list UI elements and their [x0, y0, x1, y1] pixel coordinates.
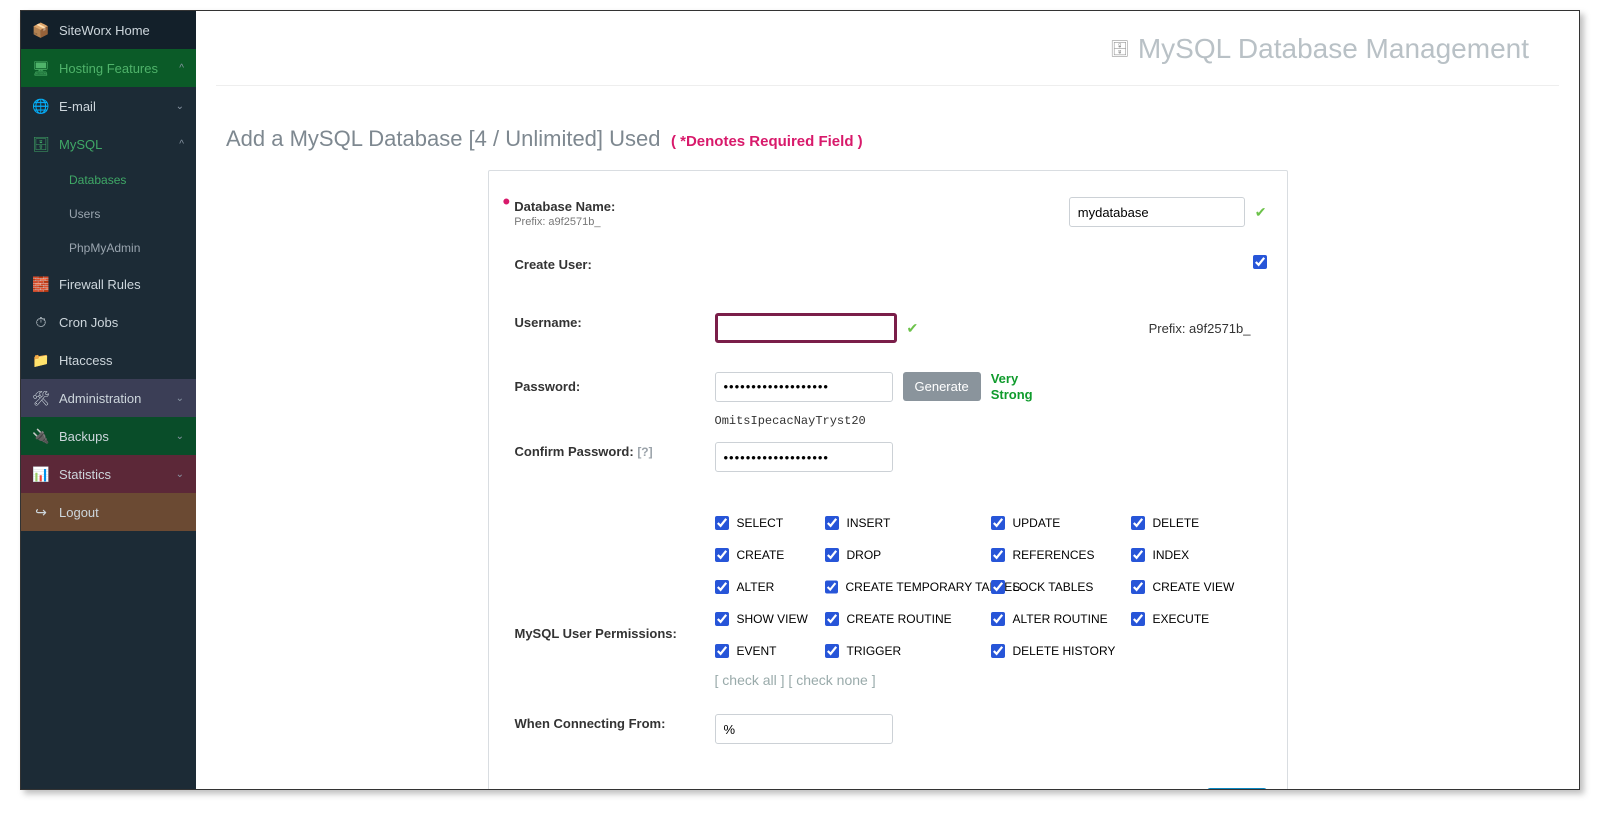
perm-update[interactable]: UPDATE	[991, 516, 1131, 530]
sidebar-item-firewall[interactable]: 🧱 Firewall Rules	[21, 265, 196, 303]
perm-delete[interactable]: DELETE	[1131, 516, 1251, 530]
sidebar-item-statistics[interactable]: 📊 Statistics ⌄	[21, 455, 196, 493]
confirm-password-input[interactable]	[715, 442, 893, 472]
password-strength: Very Strong	[991, 371, 1033, 402]
label-database-name: Database Name: Prefix: a9f2571b_	[514, 197, 714, 228]
perm-alter[interactable]: ALTER	[715, 580, 825, 594]
main-content: 🗄︎ MySQL Database Management Add a MySQL…	[196, 11, 1579, 789]
globe-icon: 🌐	[33, 98, 49, 114]
chevron-down-icon: ⌄	[176, 101, 184, 112]
check-all-link[interactable]: [ check all ]	[715, 672, 785, 688]
divider	[216, 85, 1559, 86]
perm-lock-tables[interactable]: LOCK TABLES	[991, 580, 1131, 594]
sidebar-item-email[interactable]: 🌐 E-mail ⌄	[21, 87, 196, 125]
help-icon[interactable]: [?]	[637, 445, 652, 459]
perm-show-view[interactable]: SHOW VIEW	[715, 612, 825, 626]
perm-trigger[interactable]: TRIGGER	[825, 644, 991, 658]
sidebar-item-label: Backups	[59, 429, 109, 444]
sidebar: 📦 SiteWorx Home 🖥 Hosting Features ^ 🌐 E…	[21, 11, 196, 789]
perm-drop[interactable]: DROP	[825, 548, 991, 562]
monitor-icon: 🖥	[33, 60, 49, 76]
database-name-input[interactable]	[1069, 197, 1245, 227]
sidebar-item-label: Logout	[59, 505, 99, 520]
chevron-up-icon: ^	[179, 139, 184, 150]
label-password: Password:	[515, 371, 715, 394]
generate-button[interactable]: Generate	[903, 372, 981, 401]
home-icon: 📦	[33, 22, 49, 38]
firewall-icon: 🧱	[33, 276, 49, 292]
sidebar-item-htaccess[interactable]: 📁 Htaccess	[21, 341, 196, 379]
perm-alter-routine[interactable]: ALTER ROUTINE	[991, 612, 1131, 626]
check-icon: ✔	[907, 320, 919, 337]
perm-index[interactable]: INDEX	[1131, 548, 1251, 562]
sidebar-sub-databases[interactable]: Databases	[21, 163, 196, 197]
label-confirm-password: Confirm Password: [?]	[515, 442, 715, 459]
perm-delete-history[interactable]: DELETE HISTORY	[991, 644, 1131, 658]
sidebar-item-home[interactable]: 📦 SiteWorx Home	[21, 11, 196, 49]
add-button[interactable]: Add	[1207, 788, 1266, 790]
sidebar-item-logout[interactable]: ↪ Logout	[21, 493, 196, 531]
required-dot: •	[503, 197, 511, 207]
connecting-from-input[interactable]	[715, 714, 893, 744]
check-none-link[interactable]: [ check none ]	[788, 672, 875, 688]
perm-create-temp-tables[interactable]: CREATE TEMPORARY TABLES	[825, 580, 991, 594]
sidebar-item-label: Administration	[59, 391, 141, 406]
sidebar-item-cron[interactable]: ⏱ Cron Jobs	[21, 303, 196, 341]
chevron-up-icon: ^	[179, 63, 184, 74]
sidebar-item-label: Cron Jobs	[59, 315, 118, 330]
sidebar-item-hosting[interactable]: 🖥 Hosting Features ^	[21, 49, 196, 87]
section-heading: Add a MySQL Database [4 / Unlimited] Use…	[216, 126, 1559, 152]
username-input[interactable]	[715, 313, 897, 343]
password-plaintext: OmitsIpecacNayTryst20	[715, 414, 866, 428]
clock-icon: ⏱	[33, 314, 49, 330]
password-input[interactable]	[715, 372, 893, 402]
sidebar-item-label: Hosting Features	[59, 61, 158, 76]
sidebar-item-mysql[interactable]: 🗄 MySQL ^	[21, 125, 196, 163]
stats-icon: 📊	[33, 466, 49, 482]
label-connecting-from: When Connecting From:	[515, 714, 715, 731]
chevron-down-icon: ⌄	[176, 431, 184, 442]
add-database-form: • Database Name: Prefix: a9f2571b_ ✔ Cre…	[488, 170, 1288, 790]
page-title-text: MySQL Database Management	[1138, 33, 1529, 65]
perm-insert[interactable]: INSERT	[825, 516, 991, 530]
permissions-grid: SELECT INSERT UPDATE DELETE CREATE DROP …	[715, 516, 1267, 658]
perm-event[interactable]: EVENT	[715, 644, 825, 658]
sidebar-item-label: SiteWorx Home	[59, 23, 150, 38]
create-user-checkbox[interactable]	[1253, 255, 1267, 269]
sidebar-item-backups[interactable]: 🔌 Backups ⌄	[21, 417, 196, 455]
sidebar-item-label: Statistics	[59, 467, 111, 482]
sidebar-item-label: E-mail	[59, 99, 96, 114]
sidebar-sub-users[interactable]: Users	[21, 197, 196, 231]
perm-execute[interactable]: EXECUTE	[1131, 612, 1251, 626]
perm-select[interactable]: SELECT	[715, 516, 825, 530]
username-prefix: Prefix: a9f2571b_	[1149, 321, 1267, 336]
page-title: 🗄︎ MySQL Database Management	[1110, 33, 1529, 65]
check-icon: ✔	[1255, 204, 1267, 221]
perm-create-view[interactable]: CREATE VIEW	[1131, 580, 1251, 594]
perm-create-routine[interactable]: CREATE ROUTINE	[825, 612, 991, 626]
sidebar-sub-phpmyadmin[interactable]: PhpMyAdmin	[21, 231, 196, 265]
section-title: Add a MySQL Database [4 / Unlimited] Use…	[226, 126, 661, 151]
label-create-user: Create User:	[515, 255, 715, 272]
tools-icon: 🛠	[33, 390, 49, 406]
chevron-down-icon: ⌄	[176, 469, 184, 480]
logout-icon: ↪	[33, 504, 49, 520]
database-icon: 🗄	[33, 136, 49, 152]
database-icon: 🗄︎	[1110, 39, 1130, 59]
label-permissions: MySQL User Permissions:	[515, 560, 715, 641]
required-note: ( *Denotes Required Field )	[671, 133, 863, 150]
label-username: Username:	[515, 313, 715, 330]
chevron-down-icon: ⌄	[176, 393, 184, 404]
sidebar-item-label: MySQL	[59, 137, 102, 152]
backups-icon: 🔌	[33, 428, 49, 444]
sidebar-item-label: Htaccess	[59, 353, 112, 368]
perm-references[interactable]: REFERENCES	[991, 548, 1131, 562]
check-toggle: [ check all ] [ check none ]	[715, 672, 1267, 688]
sidebar-item-administration[interactable]: 🛠 Administration ⌄	[21, 379, 196, 417]
page-header: 🗄︎ MySQL Database Management	[216, 11, 1559, 77]
folder-icon: 📁	[33, 352, 49, 368]
sidebar-item-label: Firewall Rules	[59, 277, 141, 292]
perm-create[interactable]: CREATE	[715, 548, 825, 562]
